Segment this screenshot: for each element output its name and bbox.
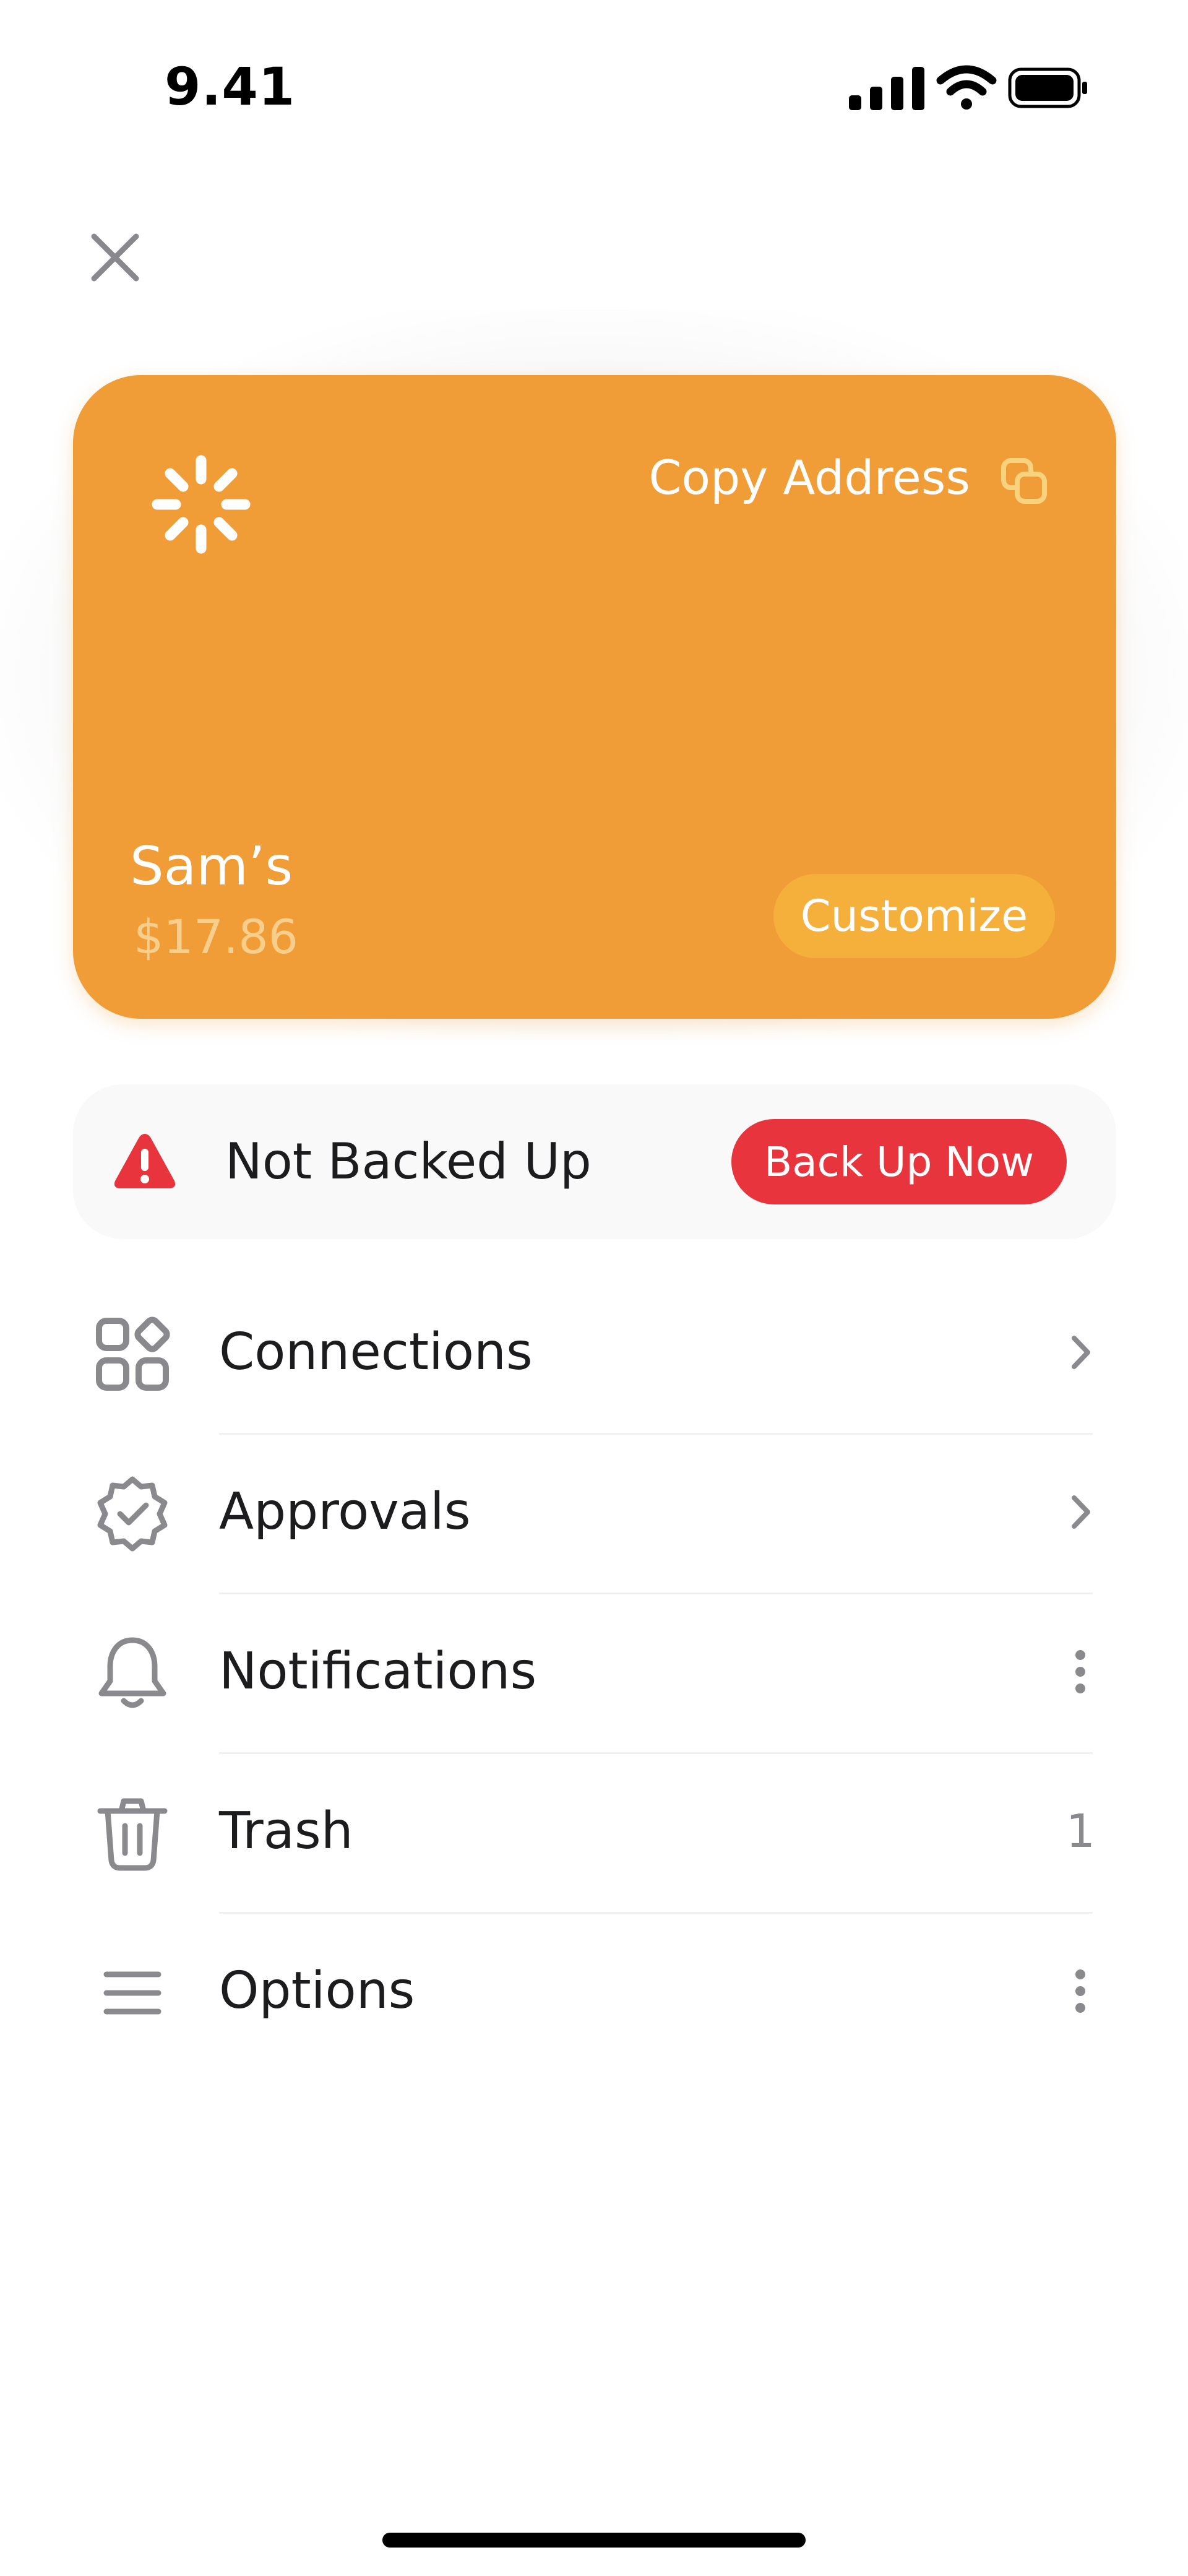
backup-status-label: Not Backed Up	[225, 1133, 592, 1190]
menu-item-options[interactable]: Options	[73, 1914, 1116, 2073]
copy-icon	[1001, 458, 1047, 504]
trash-icon	[97, 1798, 168, 1871]
more-vertical-icon	[1075, 1650, 1085, 1693]
cellular-signal-icon	[849, 67, 924, 110]
status-icons	[848, 63, 1089, 113]
menu-item-label: Notifications	[219, 1642, 537, 1701]
loading-spinner-icon	[148, 452, 254, 557]
status-time: 9.41	[165, 56, 296, 117]
more-vertical-icon	[1075, 1969, 1085, 2013]
menu-item-connections[interactable]: Connections	[73, 1275, 1116, 1435]
close-icon	[91, 233, 139, 282]
copy-address-button[interactable]: Copy Address	[619, 447, 1052, 509]
wallet-name: Sam’s	[130, 836, 293, 897]
menu-item-approvals[interactable]: Approvals	[73, 1435, 1116, 1594]
chevron-right-icon	[1072, 1495, 1090, 1529]
home-indicator[interactable]	[382, 2533, 806, 2548]
menu-item-label: Trash	[219, 1802, 353, 1861]
menu-item-label: Connections	[219, 1323, 533, 1381]
battery-icon	[1008, 67, 1087, 108]
copy-address-label: Copy Address	[648, 450, 970, 505]
chevron-right-icon	[1072, 1336, 1090, 1369]
menu-item-notifications[interactable]: Notifications	[73, 1594, 1116, 1754]
menu-item-label: Approvals	[219, 1482, 471, 1541]
wallet-balance: $17.86	[134, 909, 298, 964]
trash-count: 1	[1065, 1805, 1095, 1858]
approval-badge-icon	[97, 1476, 168, 1552]
customize-button[interactable]: Customize	[773, 874, 1055, 958]
menu-lines-icon	[103, 1971, 161, 2015]
wifi-icon	[936, 65, 997, 110]
connections-icon	[96, 1316, 170, 1391]
close-button[interactable]	[85, 228, 145, 287]
menu-item-label: Options	[219, 1961, 415, 2020]
warning-icon	[111, 1130, 178, 1192]
menu-item-trash[interactable]: Trash 1	[73, 1754, 1116, 1914]
back-up-now-button[interactable]: Back Up Now	[731, 1119, 1067, 1204]
bell-icon	[98, 1637, 166, 1708]
